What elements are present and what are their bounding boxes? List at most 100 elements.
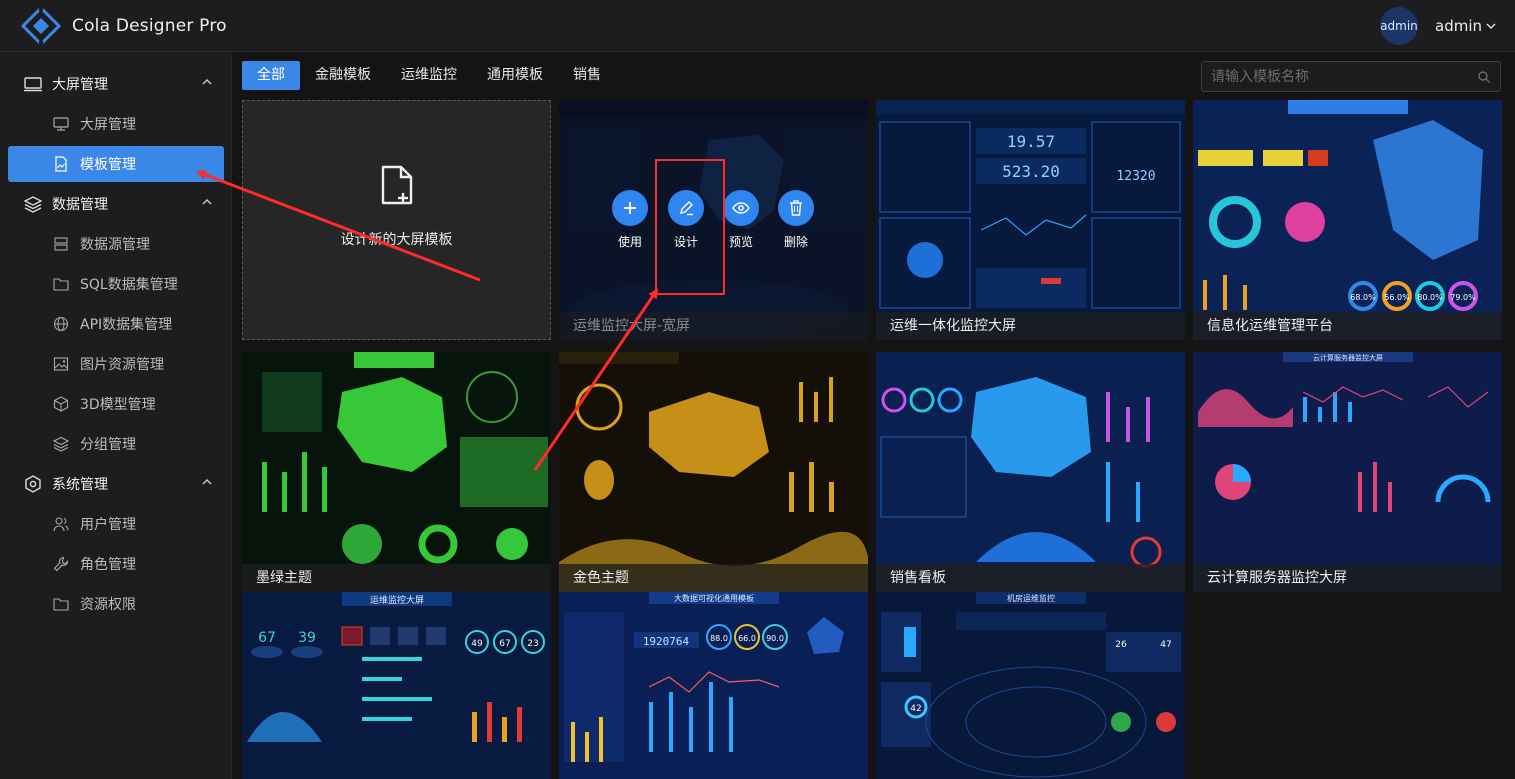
sidebar-item-users[interactable]: 用户管理	[8, 506, 224, 542]
template-title: 销售看板	[876, 564, 1185, 592]
menu-group-label: 系统管理	[52, 477, 108, 493]
wrench-icon	[53, 556, 69, 572]
sidebar-item-3d-models[interactable]: 3D模型管理	[8, 386, 224, 422]
card-hover-overlay	[559, 100, 868, 340]
template-card[interactable]: 大数据可视化通用模板 1920764 88.0 66.0 90.0	[559, 592, 868, 779]
users-icon	[53, 517, 69, 532]
thumb-header: 大数据可视化通用模板	[674, 593, 754, 603]
menu-group-screens[interactable]: 大屏管理	[0, 64, 232, 104]
app-title: Cola Designer Pro	[72, 15, 227, 36]
sidebar-item-roles[interactable]: 角色管理	[8, 546, 224, 582]
use-label: 使用	[617, 235, 642, 249]
template-card[interactable]: 19.57 523.20 12320 运维一体化监控大屏	[876, 100, 1185, 340]
thumb-header: 运维监控大屏	[370, 594, 424, 606]
thumb-number: 67	[258, 630, 276, 646]
sidebar-item-label: 大屏管理	[80, 117, 136, 133]
template-title: 运维监控大屏-宽屏	[559, 312, 868, 340]
sidebar-item-screen-management[interactable]: 大屏管理	[8, 106, 224, 142]
sidebar-item-label: 资源权限	[80, 597, 136, 613]
tab-all[interactable]: 全部	[242, 61, 300, 90]
thumb-header: 机房运维监控	[1007, 593, 1055, 603]
template-thumbnail	[559, 352, 868, 592]
user-menu[interactable]: admin admin	[1380, 7, 1497, 45]
new-template-label: 设计新的大屏模板	[340, 232, 453, 248]
user-name[interactable]: admin	[1435, 17, 1482, 35]
design-button[interactable]: 设计	[668, 190, 704, 250]
template-title: 墨绿主题	[242, 564, 551, 592]
thumb-number: 67	[499, 639, 510, 649]
layers-icon	[53, 436, 69, 452]
tab-sales[interactable]: 销售	[558, 61, 616, 90]
delete-label: 删除	[783, 235, 808, 249]
template-card[interactable]: 墨绿主题	[242, 352, 551, 592]
thumb-digit: 523.20	[1002, 162, 1060, 181]
sidebar-item-label: SQL数据集管理	[80, 277, 178, 293]
template-thumbnail	[876, 352, 1185, 592]
template-title: 运维一体化监控大屏	[876, 312, 1185, 340]
folder-icon	[53, 598, 69, 611]
template-thumbnail: 运维监控大屏 67 39 49 67 23	[242, 592, 551, 779]
plus-icon	[624, 202, 636, 214]
sidebar-item-api-dataset[interactable]: API数据集管理	[8, 306, 224, 342]
template-card[interactable]: 运维监控大屏 67 39 49 67 23	[242, 592, 551, 779]
tab-ops-monitor[interactable]: 运维监控	[386, 61, 472, 90]
sidebar: 大屏管理 大屏管理 模板管理 数据管理 数据源管理 SQL数据集管理 API数据…	[0, 52, 232, 779]
delete-button[interactable]: 删除	[778, 190, 814, 250]
tab-general[interactable]: 通用模板	[472, 61, 558, 90]
sidebar-item-groups[interactable]: 分组管理	[8, 426, 224, 462]
template-thumbnail: 19.57 523.20 12320	[876, 100, 1185, 340]
template-card[interactable]: 使用 设计 预览 删除 运维监控大屏-宽屏	[559, 100, 868, 340]
sidebar-item-datasource[interactable]: 数据源管理	[8, 226, 224, 262]
new-file-icon	[381, 165, 413, 205]
template-search[interactable]	[1201, 61, 1501, 92]
logo-icon	[21, 5, 61, 46]
template-card[interactable]: 云计算服务器监控大屏 云计算服务器监控大屏	[1193, 352, 1502, 592]
template-thumbnail: 68.0% 56.0% 80.0% 79.0%	[1193, 100, 1502, 340]
chevron-up-icon	[202, 479, 212, 485]
eye-icon	[732, 202, 750, 214]
top-bar: Cola Designer Pro admin admin	[0, 0, 1515, 52]
avatar[interactable]: admin	[1380, 7, 1418, 45]
thumb-percent: 80.0%	[1417, 293, 1443, 302]
thumb-digits: 1920764	[643, 635, 690, 648]
picture-icon	[53, 357, 69, 371]
search-icon[interactable]	[1478, 71, 1490, 83]
use-button[interactable]: 使用	[612, 190, 648, 250]
sidebar-item-label: 分组管理	[80, 437, 136, 453]
category-tabs: 全部 金融模板 运维监控 通用模板 销售	[242, 61, 616, 90]
template-card[interactable]: 68.0% 56.0% 80.0% 79.0% 信息化运维管理平台	[1193, 100, 1502, 340]
template-card[interactable]: 销售看板	[876, 352, 1185, 592]
sidebar-item-label: 图片资源管理	[80, 357, 164, 373]
menu-group-system[interactable]: 系统管理	[0, 464, 232, 504]
sidebar-item-permissions[interactable]: 资源权限	[8, 586, 224, 622]
new-template-card[interactable]: 设计新的大屏模板	[242, 100, 551, 340]
folder-icon	[53, 278, 69, 291]
thumb-number: 26	[1115, 640, 1127, 650]
preview-button[interactable]: 预览	[723, 190, 759, 250]
tab-finance[interactable]: 金融模板	[300, 61, 386, 90]
thumb-number: 47	[1160, 640, 1171, 650]
sidebar-item-label: API数据集管理	[80, 317, 173, 333]
template-card[interactable]: 金色主题	[559, 352, 868, 592]
image-file-icon	[55, 156, 67, 172]
thumb-number: 42	[910, 704, 921, 714]
sidebar-item-sql-dataset[interactable]: SQL数据集管理	[8, 266, 224, 302]
thumb-percent: 56.0%	[1384, 293, 1410, 302]
edit-icon	[680, 201, 693, 216]
sidebar-item-template-management[interactable]: 模板管理	[8, 146, 224, 182]
template-thumbnail: 机房运维监控 42 26 47	[876, 592, 1185, 779]
thumb-digit: 19.57	[1007, 132, 1055, 151]
template-card[interactable]: 机房运维监控 42 26 47	[876, 592, 1185, 779]
template-title: 金色主题	[559, 564, 868, 592]
cube-icon	[53, 396, 69, 412]
gear-icon	[25, 475, 41, 493]
thumb-gauge: 88.0	[710, 634, 728, 643]
sidebar-item-label: 3D模型管理	[80, 397, 156, 413]
search-input[interactable]	[1202, 62, 1462, 91]
sidebar-item-image-resources[interactable]: 图片资源管理	[8, 346, 224, 382]
menu-group-data[interactable]: 数据管理	[0, 184, 232, 224]
chevron-up-icon	[202, 199, 212, 205]
design-label: 设计	[673, 235, 698, 249]
menu-group-label: 数据管理	[52, 197, 108, 213]
chevron-down-icon[interactable]	[1485, 20, 1497, 32]
